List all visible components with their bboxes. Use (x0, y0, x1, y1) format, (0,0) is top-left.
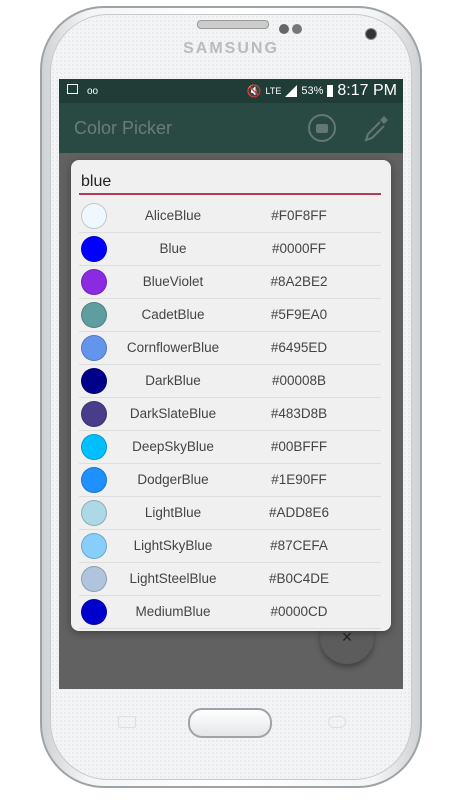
clock: 8:17 PM (337, 82, 397, 99)
back-icon[interactable] (328, 716, 346, 728)
color-swatch (81, 302, 107, 328)
color-swatch (81, 566, 107, 592)
color-list-item[interactable]: LightSteelBlue #B0C4DE (79, 563, 381, 596)
color-list-item[interactable]: MediumBlue #0000CD (79, 596, 381, 629)
home-button[interactable] (188, 708, 272, 738)
sensor-icon (279, 24, 289, 34)
color-name: AliceBlue (144, 208, 202, 223)
signal-icon (285, 85, 298, 97)
color-hex: #483D8B (270, 406, 328, 421)
color-hex: #1E90FF (271, 472, 327, 487)
app-toolbar: Color Picker (59, 103, 403, 153)
color-name: DeepSkyBlue (132, 439, 214, 454)
color-list-item[interactable]: DodgerBlue #1E90FF (79, 464, 381, 497)
color-name: LightSteelBlue (129, 571, 217, 586)
network-type: LTE (265, 86, 282, 96)
color-list-item[interactable]: LightBlue #ADD8E6 (79, 497, 381, 530)
color-list-item[interactable]: DarkSlateBlue #483D8B (79, 398, 381, 431)
color-name: BlueViolet (142, 274, 204, 289)
color-list-item[interactable]: BlueViolet #8A2BE2 (79, 266, 381, 299)
color-name: CornflowerBlue (126, 340, 220, 355)
color-name: CadetBlue (141, 307, 205, 322)
battery-icon (327, 85, 334, 97)
color-hex: #0000FF (271, 241, 327, 256)
color-name: Blue (159, 241, 187, 256)
color-swatch (81, 401, 107, 427)
brand-logo: SAMSUNG (183, 40, 279, 57)
color-hex: #8A2BE2 (270, 274, 328, 289)
app-title: Color Picker (74, 118, 173, 138)
sensor-icon (292, 24, 302, 34)
color-hex: #6495ED (270, 340, 328, 355)
color-list-item[interactable]: LightSkyBlue #87CEFA (79, 530, 381, 563)
search-input[interactable] (79, 171, 381, 195)
front-camera-icon (365, 28, 377, 40)
color-swatch (81, 269, 107, 295)
color-hex: #F0F8FF (271, 208, 327, 223)
battery-percent: 53% (301, 85, 324, 97)
color-swatch (81, 368, 107, 394)
voicemail-icon: oo (87, 86, 99, 97)
color-name: LightBlue (144, 505, 202, 520)
color-list-item[interactable]: Blue #0000FF (79, 233, 381, 266)
color-swatch (81, 434, 107, 460)
status-indicators: 🔇 LTE 53% 8:17 PM (247, 82, 397, 100)
color-swatch (81, 599, 107, 625)
camera-icon[interactable] (308, 114, 336, 142)
color-swatch (81, 467, 107, 493)
color-hex: #B0C4DE (268, 571, 330, 586)
color-swatch (81, 203, 107, 229)
color-hex: #ADD8E6 (268, 505, 330, 520)
color-hex: #5F9EA0 (270, 307, 328, 322)
status-bar: oo 🔇 LTE 53% 8:17 PM (59, 79, 403, 103)
color-swatch (81, 335, 107, 361)
mute-icon: 🔇 (246, 84, 262, 98)
earpiece-speaker (197, 20, 269, 29)
color-search-dialog: AliceBlue #F0F8FF Blue #0000FF BlueViolet #8A… (71, 160, 391, 631)
color-swatch (81, 236, 107, 262)
gallery-notification-icon (67, 84, 78, 94)
eyedropper-icon[interactable] (363, 113, 391, 143)
color-list-item[interactable]: CornflowerBlue #6495ED (79, 332, 381, 365)
color-list-item[interactable]: DarkBlue #00008B (79, 365, 381, 398)
color-swatch (81, 500, 107, 526)
color-hex: #87CEFA (270, 538, 328, 553)
color-hex: #00008B (271, 373, 327, 388)
color-list-item[interactable]: DeepSkyBlue #00BFFF (79, 431, 381, 464)
color-list-item[interactable]: AliceBlue #F0F8FF (79, 200, 381, 233)
color-name: MediumBlue (135, 604, 211, 619)
color-name: DarkBlue (145, 373, 201, 388)
color-hex: #00BFFF (270, 439, 328, 454)
color-name: LightSkyBlue (133, 538, 213, 553)
color-list-item[interactable]: CadetBlue #5F9EA0 (79, 299, 381, 332)
color-name: DarkSlateBlue (129, 406, 217, 421)
color-list[interactable]: AliceBlue #F0F8FF Blue #0000FF BlueViolet #8A… (79, 200, 381, 631)
color-name: DodgerBlue (137, 472, 209, 487)
color-swatch (81, 533, 107, 559)
color-hex: #0000CD (270, 604, 328, 619)
recent-apps-icon[interactable] (118, 716, 136, 728)
